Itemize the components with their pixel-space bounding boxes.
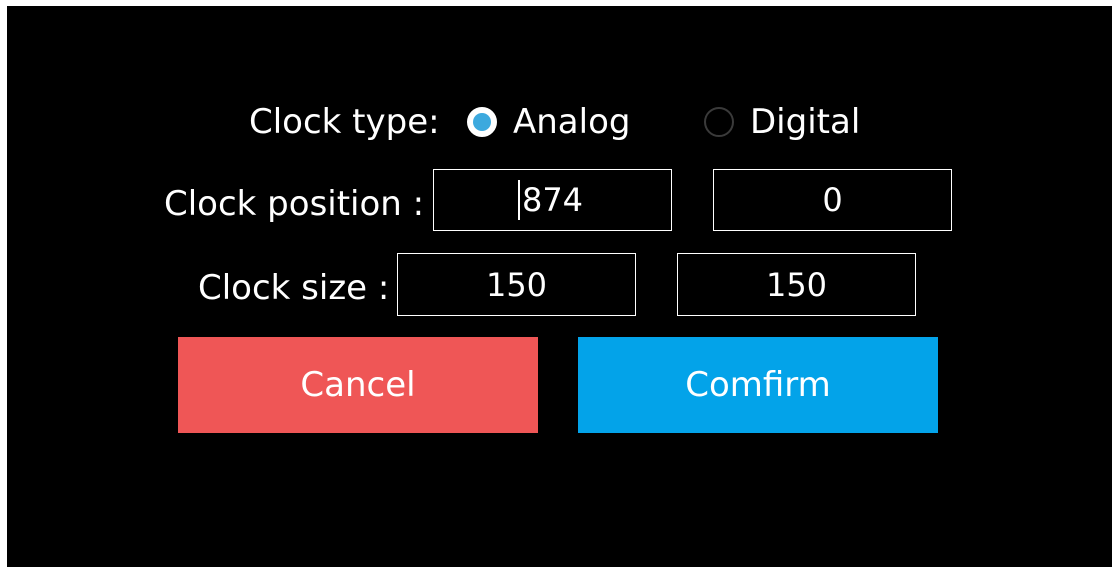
clock-position-y-input[interactable]: 0: [713, 169, 952, 231]
clock-settings-dialog: Clock type: Analog Digital Clock positio…: [7, 6, 1112, 567]
text-cursor: [518, 180, 520, 220]
clock-size-height-input[interactable]: 150: [677, 253, 916, 316]
radio-digital-label: Digital: [750, 102, 861, 142]
clock-size-width-input[interactable]: 150: [397, 253, 636, 316]
clock-size-height-value: 150: [765, 265, 828, 304]
clock-size-width-value: 150: [485, 265, 548, 304]
radio-digital[interactable]: Digital: [704, 100, 860, 144]
confirm-button[interactable]: Comfirm: [578, 337, 938, 433]
cancel-button-label: Cancel: [300, 365, 416, 405]
clock-type-label: Clock type:: [249, 102, 440, 142]
confirm-button-label: Comfirm: [685, 365, 831, 405]
clock-position-x-input[interactable]: 874: [433, 169, 672, 231]
radio-analog-label: Analog: [513, 102, 631, 142]
clock-position-label: Clock position :: [164, 184, 425, 224]
clock-position-y-value: 0: [822, 181, 843, 219]
cancel-button[interactable]: Cancel: [178, 337, 538, 433]
radio-checked-icon: [467, 107, 497, 137]
clock-position-x-value: 874: [521, 181, 584, 219]
clock-size-label: Clock size :: [198, 268, 390, 308]
radio-unchecked-icon: [704, 107, 734, 137]
radio-analog[interactable]: Analog: [467, 100, 630, 144]
